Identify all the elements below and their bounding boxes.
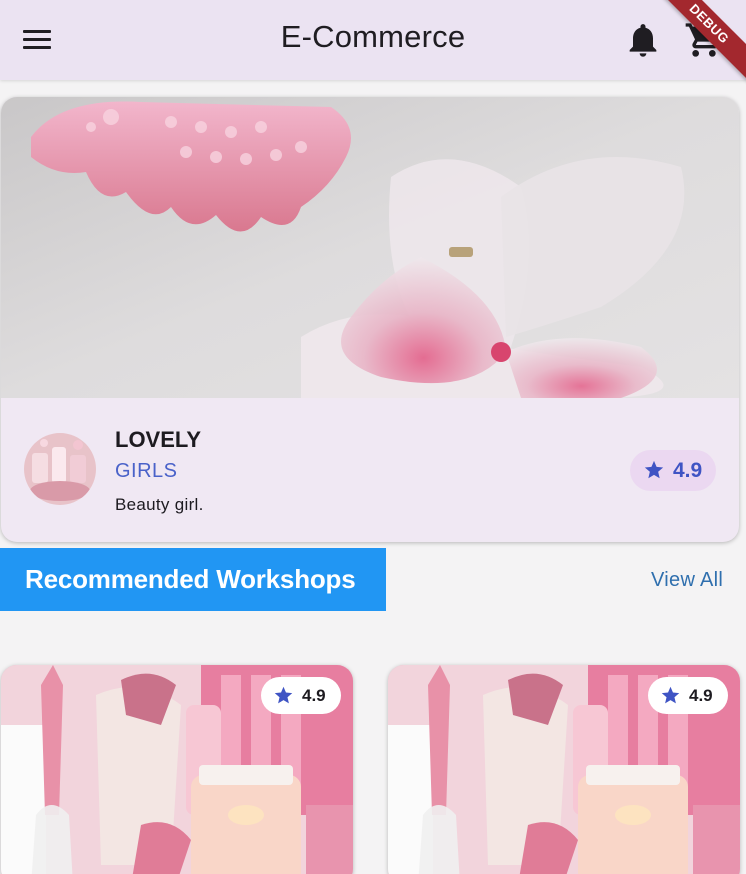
bell-icon[interactable] [623, 20, 663, 60]
rating-value: 4.9 [673, 459, 703, 482]
featured-card[interactable]: LOVELY GIRLS Beauty girl. 4.9 [1, 97, 739, 542]
featured-name: LOVELY [115, 427, 201, 452]
section-title: Recommended Workshops [0, 548, 386, 611]
star-icon [644, 460, 664, 479]
featured-description: Beauty girl. [115, 495, 204, 514]
featured-image [1, 97, 739, 398]
app-bar: E-Commerce [0, 0, 746, 80]
avatar [24, 433, 96, 505]
workshop-card[interactable]: 4.9 [388, 665, 740, 874]
rating-badge: 4.9 [261, 677, 341, 714]
featured-category: GIRLS [115, 460, 178, 482]
star-icon [274, 686, 293, 704]
rating-value: 4.9 [689, 686, 713, 705]
rating-badge: 4.9 [630, 450, 716, 491]
view-all-link[interactable]: View All [651, 569, 723, 592]
workshop-card[interactable]: 4.9 [1, 665, 353, 874]
rating-badge: 4.9 [648, 677, 728, 714]
star-icon [661, 686, 680, 704]
rating-value: 4.9 [302, 686, 326, 705]
